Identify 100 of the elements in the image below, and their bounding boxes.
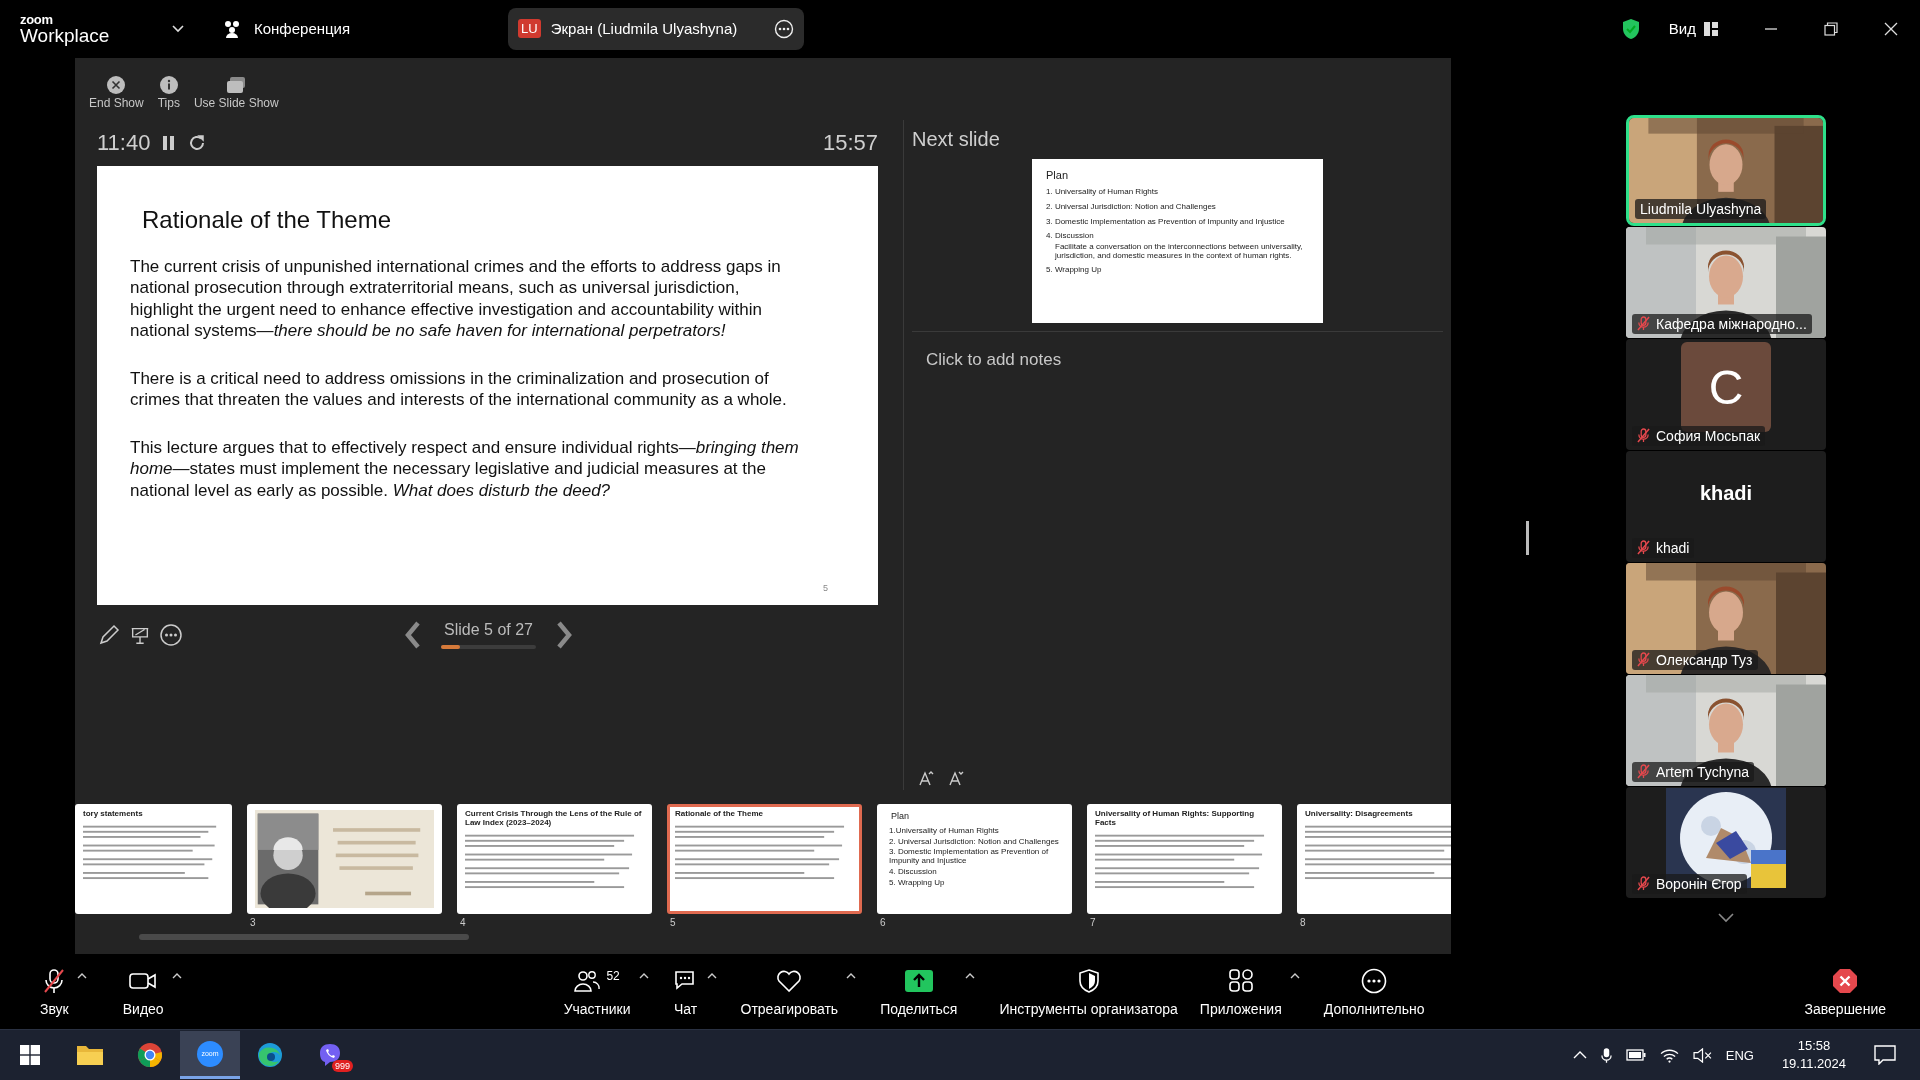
more-icon <box>1361 967 1388 994</box>
thumbnail-item: 3. Domestic Implementation as Prevention of Impunity and Injustice <box>889 848 1050 867</box>
windows-start-icon[interactable] <box>20 1045 40 1066</box>
preview-item: 4. Discussion <box>1046 232 1095 242</box>
thumbnail-title: tory statements <box>83 809 144 819</box>
thumbnail-title: Universality: Disagreements <box>1305 809 1414 819</box>
thumbnail-number: 6 <box>880 916 887 928</box>
toolbar-button[interactable]: Видео <box>114 962 172 1021</box>
font-decrease-icon[interactable] <box>948 769 964 786</box>
participant-tile[interactable]: C София Мосьпак <box>1626 338 1826 450</box>
toolbar-button[interactable]: Чат <box>664 962 707 1021</box>
preview-item: 1. Universality of Human Rights <box>1046 187 1160 197</box>
microphone-icon[interactable] <box>1600 1046 1612 1064</box>
participant-tile[interactable]: Олександр Туз <box>1626 562 1826 674</box>
notification-badge: 999 <box>331 1060 353 1073</box>
slide-counter: Slide 5 of 27 <box>444 620 533 639</box>
previous-slide-icon[interactable] <box>405 620 421 649</box>
resize-handle[interactable] <box>1526 520 1529 555</box>
muted-mic-icon <box>1637 540 1650 556</box>
caret-icon[interactable] <box>76 972 87 979</box>
slide-thumbnail[interactable]: Plan 1.Universality of Human Rights 2. Universal Jurisdiction: Notion and Challenges 3. Domestic Implementation as Prevention of Impunity and Injustice 4. Discussion 5. Wrapping Up <box>877 803 1072 914</box>
next-slide-icon[interactable] <box>556 620 572 649</box>
share-label: Экран (Liudmila Ulyashyna) <box>550 20 739 38</box>
toolbar-button[interactable]: Дополнительно <box>1315 962 1433 1021</box>
folder-icon <box>76 1043 104 1068</box>
speaker-muted-icon[interactable] <box>1692 1047 1712 1063</box>
toolbar-button[interactable]: Отреагировать <box>732 962 847 1021</box>
close-icon <box>107 75 126 94</box>
slide-thumbnail[interactable]: Universality: Disagreements <box>1297 803 1451 914</box>
end-call-icon <box>1832 967 1859 994</box>
close-icon[interactable] <box>1884 21 1898 36</box>
caret-icon[interactable] <box>1289 972 1300 979</box>
caret-icon[interactable] <box>706 972 717 979</box>
caret-icon[interactable] <box>638 972 649 979</box>
participant-count: 52 <box>606 968 620 983</box>
preview-item: 2. Universal Jurisdiction: Notion and Challenges <box>1046 202 1217 212</box>
caret-icon[interactable] <box>965 972 976 979</box>
participant-tile[interactable]: Воронін Єгор <box>1626 786 1826 898</box>
participant-tile[interactable]: Кафедра міжнародно... <box>1626 226 1826 338</box>
participant-tile[interactable]: Artem Tychyna <box>1626 674 1826 786</box>
slide-paragraph: The current crisis of unpunished international crimes and the efforts to address gaps in national prosecution through extraterritorial means, such as universal jurisdiction, highlight the urgent need to enhance effective investigation and accountability within national systems—there should be no safe haven for international perpetrators! <box>130 255 782 342</box>
slide-thumbnail[interactable]: tory statements <box>75 803 232 914</box>
restart-icon[interactable] <box>188 133 207 152</box>
presenter-tool-button[interactable]: Tips <box>155 75 182 110</box>
notification-icon[interactable] <box>1874 1045 1896 1066</box>
participant-display-name: khadi <box>1699 481 1753 505</box>
participant-name: Олександр Туз <box>1656 651 1753 668</box>
preview-item: 3. Domestic Implementation as Prevention of Impunity and Injustice <box>1046 217 1286 227</box>
thumbnail-item: 2. Universal Jurisdiction: Notion and Challenges <box>889 837 1060 847</box>
participant-tile[interactable]: khadi khadi <box>1626 450 1826 562</box>
pen-icon[interactable] <box>97 622 121 647</box>
caret-icon[interactable] <box>171 972 182 979</box>
people-icon <box>222 19 242 38</box>
camera-icon <box>129 970 158 991</box>
font-increase-icon[interactable] <box>918 769 934 786</box>
participant-name: Liudmila Ulyashyna <box>1640 200 1762 217</box>
participant-name: Кафедра міжнародно... <box>1656 315 1807 332</box>
thumbnail-title: Current Crisis Through the Lens of the Rule of Law Index (2023–2024) <box>465 809 643 828</box>
taskbar-clock[interactable]: 15:58 19.11.2024 <box>1781 1037 1846 1073</box>
restore-icon[interactable] <box>1824 21 1838 36</box>
toolbar-button[interactable]: Завершение <box>1796 962 1894 1021</box>
toolbar-button[interactable]: 52 Участники <box>555 962 639 1021</box>
toolbar-button[interactable]: Поделиться <box>872 962 966 1021</box>
muted-mic-icon <box>1637 764 1650 780</box>
view-button[interactable]: Вид <box>1668 20 1696 38</box>
toolbar-button[interactable]: Приложения <box>1191 962 1290 1021</box>
meeting-button[interactable]: Конференция <box>222 19 351 38</box>
presenter-tool-button[interactable]: Use Slide Show <box>191 75 281 110</box>
heart-icon <box>776 968 803 993</box>
preview-item: 5. Wrapping Up <box>1046 265 1103 275</box>
slide-thumbnail[interactable] <box>247 803 442 914</box>
caret-icon[interactable] <box>846 972 857 979</box>
participant-tile[interactable]: Liudmila Ulyashyna <box>1626 114 1826 226</box>
toolbar-button[interactable]: Звук <box>32 962 77 1021</box>
chevron-up-icon[interactable] <box>1572 1051 1587 1060</box>
thumbnail-number: 8 <box>1300 916 1307 928</box>
thumbnail-number: 7 <box>1090 916 1097 928</box>
screen-share-pill[interactable]: LU Экран (Liudmila Ulyashyna) <box>508 7 805 50</box>
more-icon[interactable] <box>159 622 183 647</box>
slide-thumbnail[interactable]: Rationale of the Theme <box>667 803 862 914</box>
slide-thumbnail[interactable]: Universality of Human Rights: Supporting Facts <box>1087 803 1282 914</box>
slide-thumbnail[interactable]: Current Crisis Through the Lens of the Rule of Law Index (2023–2024) <box>457 803 652 914</box>
more-icon[interactable] <box>774 18 795 39</box>
chevron-down-icon[interactable] <box>1718 912 1734 923</box>
presenter-tool-button[interactable]: End Show <box>87 75 146 110</box>
toolbar-button[interactable]: Инструменты организатора <box>991 962 1186 1021</box>
muted-mic-icon <box>1637 876 1650 892</box>
participant-name: Воронін Єгор <box>1656 875 1742 892</box>
shield-icon[interactable] <box>1620 17 1641 40</box>
participant-name: Artem Tychyna <box>1656 763 1750 780</box>
battery-icon[interactable] <box>1625 1049 1646 1062</box>
slide-paragraph: This lecture argues that to effectively respect and ensure individual rights—bringing them home—states must implement the necessary legislative and judicial measures at the national level as early as possible. What does disturb the deed? <box>130 436 800 502</box>
taskbar-app[interactable]: 999 <box>300 1031 360 1080</box>
pause-icon[interactable] <box>162 134 177 151</box>
grid-icon[interactable] <box>1704 21 1718 36</box>
scrollbar-thumb[interactable] <box>139 933 469 940</box>
notes-field[interactable]: Click to add notes <box>912 330 1443 770</box>
wifi-icon[interactable] <box>1659 1047 1679 1063</box>
language-indicator[interactable]: ENG <box>1725 1047 1754 1063</box>
next-slide-label: Next slide <box>912 127 1001 151</box>
